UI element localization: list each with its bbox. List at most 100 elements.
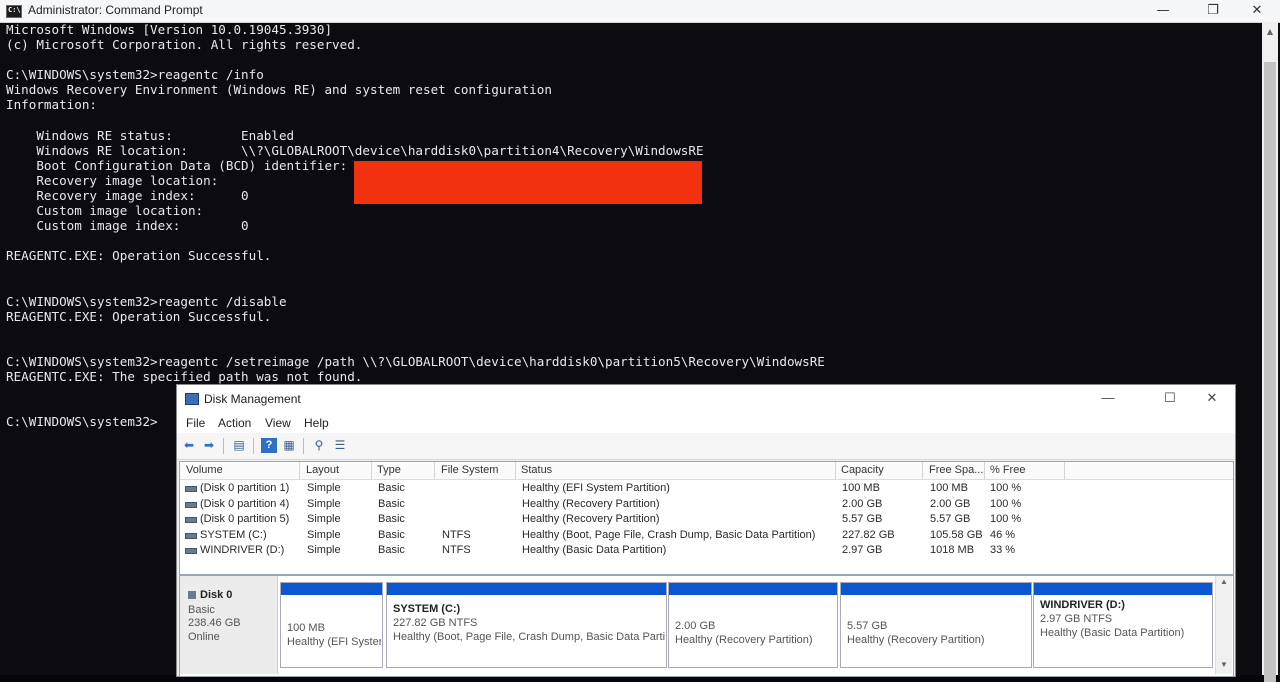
menu-file[interactable]: File [186, 416, 205, 430]
close-button[interactable]: ✕ [1234, 0, 1280, 22]
volume-row[interactable]: (Disk 0 partition 4) Simple Basic Health… [180, 497, 1233, 513]
dm-maximize-button[interactable]: ☐ [1149, 385, 1191, 413]
volume-row[interactable]: SYSTEM (C:) Simple Basic NTFS Healthy (B… [180, 528, 1233, 544]
column-divider [835, 462, 836, 479]
list-view-icon[interactable]: ☰ [332, 438, 348, 453]
back-arrow-icon[interactable]: ⬅ [181, 438, 197, 453]
column-layout[interactable]: Layout [306, 464, 339, 476]
column-divider [299, 462, 300, 479]
volume-type: Basic [378, 513, 405, 525]
volume-type: Basic [378, 544, 405, 556]
volume-percent-free: 46 % [990, 528, 1016, 541]
cmd-scrollbar[interactable]: ▲ [1262, 22, 1278, 682]
column-status[interactable]: Status [521, 464, 552, 476]
console-line: REAGENTC.EXE: Operation Successful. [6, 248, 272, 264]
column-capacity[interactable]: Capacity [841, 464, 884, 476]
disk-graphical-view[interactable]: Disk 0 Basic 238.46 GB Online 100 MB Hea… [179, 575, 1234, 677]
partition-size: 2.00 GB [675, 620, 716, 632]
volume-file-system: NTFS [442, 544, 471, 556]
volume-free-space: 100 MB [930, 482, 968, 494]
volume-row[interactable]: WINDRIVER (D:) Simple Basic NTFS Healthy… [180, 543, 1233, 559]
console-line: Windows Recovery Environment (Windows RE… [6, 82, 552, 98]
partition-status: Healthy (Basic Data Partition) [1040, 627, 1185, 639]
properties-icon[interactable]: ▦ [281, 438, 297, 453]
console-line: C:\WINDOWS\system32>reagentc /disable [6, 293, 287, 309]
menu-help[interactable]: Help [304, 416, 329, 430]
column-type[interactable]: Type [377, 464, 401, 476]
scroll-up-arrow-icon[interactable]: ▲ [1216, 577, 1232, 586]
column-free-space[interactable]: Free Spa... [929, 464, 983, 476]
volume-icon [185, 517, 197, 523]
menu-view[interactable]: View [265, 416, 291, 430]
volume-list[interactable]: Volume Layout Type File System Status Ca… [179, 461, 1234, 575]
toolbar-separator [303, 438, 304, 454]
restore-button[interactable]: ❐ [1190, 0, 1236, 22]
volume-percent-free: 33 % [990, 544, 1016, 556]
partition-windriver-d[interactable]: WINDRIVER (D:) 2.97 GB NTFS Healthy (Bas… [1033, 582, 1213, 668]
volume-free-space: 105.58 GB [930, 528, 983, 541]
column-percent-free[interactable]: % Free [990, 464, 1025, 476]
dm-toolbar: ⬅ ➡ ▤ ? ▦ ⚲ ☰ [177, 433, 1235, 460]
partition-recovery-4[interactable]: 2.00 GB Healthy (Recovery Partition) [668, 582, 838, 668]
column-volume[interactable]: Volume [186, 464, 223, 476]
graph-scrollbar[interactable]: ▲ ▼ [1215, 576, 1232, 674]
column-file-system[interactable]: File System [441, 464, 498, 476]
volume-row[interactable]: (Disk 0 partition 5) Simple Basic Health… [180, 512, 1233, 528]
partition-efi[interactable]: 100 MB Healthy (EFI Syster [280, 582, 383, 668]
scroll-down-arrow-icon[interactable]: ▼ [1216, 660, 1232, 669]
column-divider [515, 462, 516, 479]
partition-size: 227.82 GB NTFS [393, 617, 478, 629]
disk-state: Online [188, 631, 220, 643]
console-line: Custom image location: [6, 203, 204, 219]
volume-free-space: 2.00 GB [930, 497, 971, 510]
volume-row[interactable]: (Disk 0 partition 1) Simple Basic Health… [180, 481, 1233, 497]
toolbar-separator [223, 438, 224, 454]
scroll-thumb[interactable] [1264, 62, 1276, 682]
dm-close-button[interactable]: ✕ [1191, 385, 1233, 413]
disk-name: Disk 0 [200, 589, 233, 601]
volume-name: (Disk 0 partition 5) [200, 513, 290, 525]
partition-name: SYSTEM (C:) [393, 603, 461, 615]
volume-icon [185, 548, 197, 554]
disk-management-window: Disk Management — ☐ ✕ File Action View H… [176, 384, 1236, 677]
volume-capacity: 100 MB [842, 482, 880, 494]
console-tree-icon[interactable]: ▤ [231, 438, 247, 453]
partition-recovery-5[interactable]: 5.57 GB Healthy (Recovery Partition) [840, 582, 1032, 668]
disk-0-info[interactable]: Disk 0 Basic 238.46 GB Online [180, 576, 278, 674]
partition-system-c[interactable]: SYSTEM (C:) 227.82 GB NTFS Healthy (Boot… [386, 582, 667, 668]
column-divider [984, 462, 985, 479]
volume-icon [185, 501, 197, 508]
volume-status: Healthy (Boot, Page File, Crash Dump, Ba… [522, 528, 816, 541]
forward-arrow-icon[interactable]: ➡ [201, 438, 217, 453]
partition-stripe [841, 583, 1031, 595]
console-line: C:\WINDOWS\system32>reagentc /info [6, 67, 264, 83]
partition-stripe [1034, 583, 1212, 595]
volume-name: SYSTEM (C:) [200, 528, 267, 541]
console-line: Microsoft Windows [Version 10.0.19045.39… [6, 22, 333, 37]
connect-icon[interactable]: ⚲ [311, 438, 327, 453]
cmd-window-title: Administrator: Command Prompt [28, 3, 203, 17]
partition-status: Healthy (EFI Syster [287, 636, 381, 648]
volume-capacity: 227.82 GB [842, 528, 895, 541]
minimize-button[interactable]: — [1140, 0, 1186, 22]
partition-status: Healthy (Recovery Partition) [675, 634, 813, 646]
console-line: REAGENTC.EXE: Operation Successful. [6, 308, 272, 324]
partition-stripe [669, 583, 837, 595]
dm-title-bar[interactable]: Disk Management — ☐ ✕ [177, 385, 1235, 413]
console-line: C:\WINDOWS\system32>reagentc /setreimage… [6, 354, 825, 370]
partition-name: WINDRIVER (D:) [1040, 599, 1125, 611]
menu-action[interactable]: Action [218, 416, 251, 430]
dm-minimize-button[interactable]: — [1087, 385, 1129, 413]
scroll-up-arrow-icon[interactable]: ▲ [1262, 24, 1278, 40]
partition-size: 100 MB [287, 622, 325, 634]
cmd-title-bar[interactable]: C:\ Administrator: Command Prompt — ❐ ✕ [0, 0, 1280, 23]
volume-name: (Disk 0 partition 4) [200, 497, 290, 510]
partition-stripe [281, 583, 382, 595]
help-icon[interactable]: ? [261, 438, 277, 453]
